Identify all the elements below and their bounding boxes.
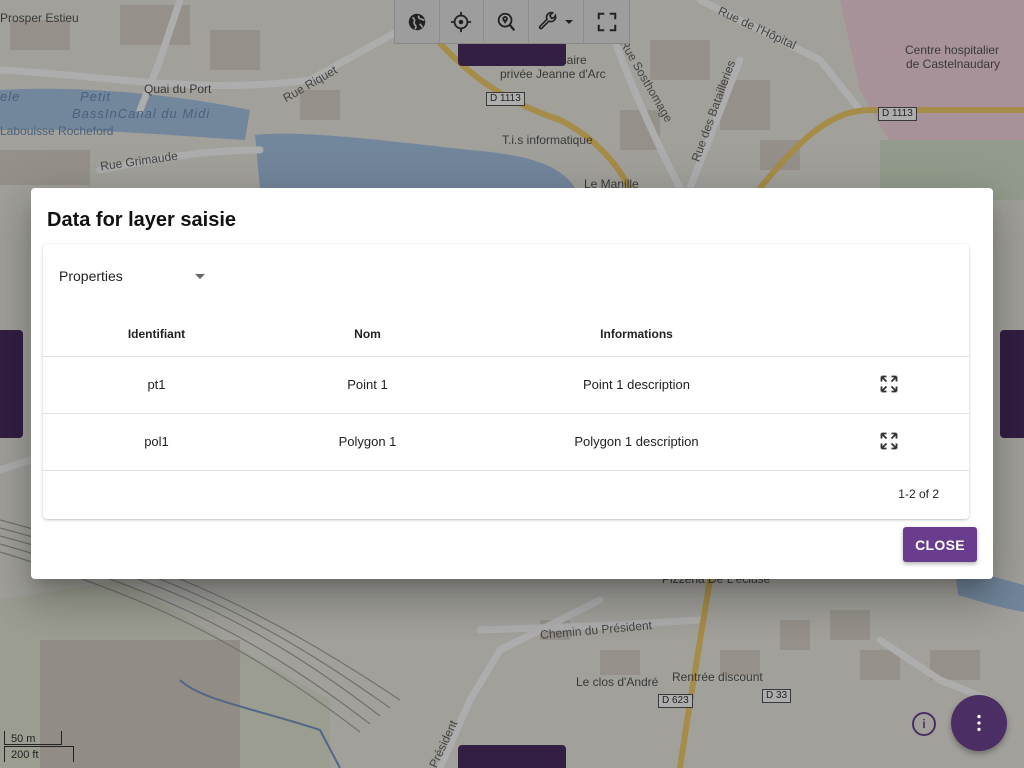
cell-nom: Point 1 (270, 356, 465, 414)
table-row[interactable]: pol1 Polygon 1 Polygon 1 description (43, 413, 969, 471)
table-row[interactable]: pt1 Point 1 Point 1 description (43, 356, 969, 414)
view-select-value: Properties (59, 268, 123, 284)
cell-identifiant: pt1 (43, 356, 270, 414)
cell-nom: Polygon 1 (270, 413, 465, 471)
pagination-range: 1-2 of 2 (898, 487, 939, 501)
column-header-actions (808, 312, 969, 357)
data-table: Identifiant Nom Informations pt1 Point 1… (43, 312, 969, 471)
more-actions-fab[interactable] (951, 695, 1007, 751)
info-button[interactable]: i (912, 712, 936, 736)
cell-informations: Polygon 1 description (465, 413, 808, 471)
cell-actions (808, 413, 969, 471)
view-select[interactable]: Properties (59, 264, 207, 288)
info-icon: i (922, 717, 926, 731)
column-header-identifiant[interactable]: Identifiant (43, 312, 270, 357)
column-header-informations[interactable]: Informations (465, 312, 808, 357)
column-header-nom[interactable]: Nom (270, 312, 465, 357)
expand-icon (880, 375, 897, 393)
expand-icon (880, 432, 897, 450)
cell-identifiant: pol1 (43, 413, 270, 471)
more-vertical-icon (977, 714, 981, 732)
dialog-title: Data for layer saisie (47, 209, 236, 231)
cell-informations: Point 1 description (465, 356, 808, 414)
zoom-to-feature-button[interactable] (877, 429, 901, 453)
data-table-card: Properties Identifiant Nom Informations … (43, 244, 969, 519)
zoom-to-feature-button[interactable] (877, 372, 901, 396)
layer-data-dialog: Data for layer saisie Properties Identif… (31, 188, 993, 579)
table-header-row: Identifiant Nom Informations (43, 312, 969, 357)
cell-actions (808, 356, 969, 414)
close-button[interactable]: CLOSE (903, 527, 977, 562)
dropdown-arrow-icon (195, 273, 205, 279)
